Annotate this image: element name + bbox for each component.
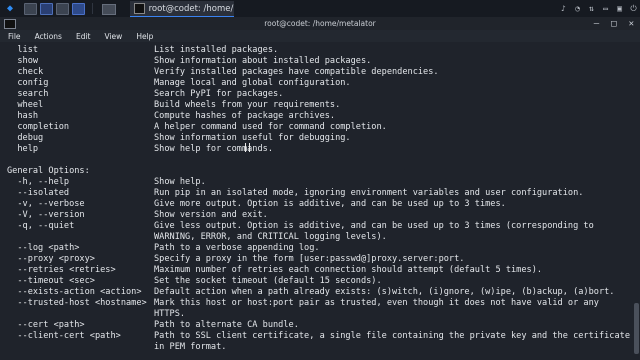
workspace-3-icon[interactable] (56, 3, 69, 15)
option-description: Mark this host or host:port pair as trus… (154, 298, 599, 308)
option-name: wheel (7, 100, 44, 110)
terminal-scrollbar[interactable] (632, 42, 640, 360)
option-name: -V, --version (7, 210, 85, 220)
lock-icon[interactable]: ▣ (615, 4, 624, 13)
option-name: debug (7, 133, 44, 143)
option-description: Compute hashes of package archives. (154, 111, 336, 121)
window-controls: – □ ✕ (594, 18, 634, 29)
option-description: A helper command used for command comple… (154, 122, 387, 132)
option-description: Build wheels from your requirements. (154, 100, 341, 110)
option-name: help (7, 144, 39, 154)
speaker-icon[interactable]: ♪ (559, 4, 568, 13)
option-name: --timeout <sec> (7, 276, 95, 286)
option-description: in PEM format. (154, 342, 227, 352)
kali-dragon-icon[interactable]: ◆ (3, 2, 17, 15)
option-description: Specify a proxy in the form [user:passwd… (154, 254, 465, 264)
option-name: --proxy <proxy> (7, 254, 95, 264)
option-description: Path to a verbose appending log. (154, 243, 320, 253)
option-description: Manage local and global configuration. (154, 78, 351, 88)
option-description: Run pip in an isolated mode, ignoring en… (154, 188, 584, 198)
option-description: Give less output. Option is additive, an… (154, 221, 594, 231)
system-taskbar: ◆ root@codet: /home/met... ♪ ◔ ⇅ ▭ ▣ ⏻ (0, 0, 640, 18)
option-description: Show help. (154, 177, 206, 187)
option-name: -q, --quiet (7, 221, 75, 231)
option-description: HTTPS. (154, 309, 186, 319)
option-description: Give more output. Option is additive, an… (154, 199, 506, 209)
option-name: --client-cert <path> (7, 331, 121, 341)
option-description: Default action when a path already exist… (154, 287, 615, 297)
option-description: Show information about installed package… (154, 56, 372, 66)
option-name: config (7, 78, 49, 88)
terminal-window: root@codet: /home/metalator – □ ✕ File A… (0, 17, 640, 360)
menu-file[interactable]: File (8, 32, 21, 41)
option-name: --exists-action <action> (7, 287, 142, 297)
menu-actions[interactable]: Actions (35, 32, 62, 41)
menu-edit[interactable]: Edit (76, 32, 91, 41)
option-name: --cert <path> (7, 320, 85, 330)
option-name: -v, --verbose (7, 199, 85, 209)
workspace-4-icon[interactable] (72, 3, 85, 15)
workspace-2-icon[interactable] (40, 3, 53, 15)
text-cursor-icon (245, 143, 250, 152)
window-titlebar[interactable]: root@codet: /home/metalator – □ ✕ (0, 17, 640, 30)
close-button[interactable]: ✕ (629, 19, 634, 29)
option-description: Verify installed packages have compatibl… (154, 67, 439, 77)
option-name: list (7, 45, 39, 55)
option-name: --isolated (7, 188, 70, 198)
menu-help[interactable]: Help (136, 32, 153, 41)
option-description: Maximum number of retries each connectio… (154, 265, 543, 275)
option-name: show (7, 56, 39, 66)
option-name: -h, --help (7, 177, 70, 187)
terminal-output[interactable]: list List installed packages. show Show in… (0, 42, 632, 360)
maximize-button[interactable]: □ (611, 19, 616, 29)
taskbar-divider (92, 3, 93, 14)
option-description: Show information useful for debugging. (154, 133, 351, 143)
option-description: Path to alternate CA bundle. (154, 320, 299, 330)
option-description: Show version and exit. (154, 210, 268, 220)
scrollbar-thumb[interactable] (634, 303, 639, 354)
option-description: Search PyPI for packages. (154, 89, 284, 99)
option-name: --log <path> (7, 243, 80, 253)
menu-bar: File Actions Edit View Help (0, 30, 640, 42)
task-title: root@codet: /home/met... (148, 3, 234, 14)
option-name: search (7, 89, 49, 99)
option-description: Path to SSL client certificate, a single… (154, 331, 630, 341)
option-name: --trusted-host <hostname> (7, 298, 147, 308)
option-description: List installed packages. (154, 45, 279, 55)
minimize-button[interactable]: – (594, 19, 599, 29)
workspace-1-icon[interactable] (24, 3, 37, 15)
option-description: Set the socket timeout (default 15 secon… (154, 276, 382, 286)
option-description: Show help for commands. (154, 144, 273, 154)
option-name: hash (7, 111, 39, 121)
bell-icon[interactable]: ◔ (573, 4, 582, 13)
network-icon[interactable]: ⇅ (587, 4, 596, 13)
section-heading: General Options: (7, 166, 90, 176)
window-title: root@codet: /home/metalator (264, 19, 376, 28)
terminal-icon (134, 3, 145, 14)
option-description: WARNING, ERROR, and CRITICAL logging lev… (154, 232, 387, 242)
battery-icon[interactable]: ▭ (601, 4, 610, 13)
show-desktop-icon[interactable] (102, 4, 116, 15)
option-name: completion (7, 122, 70, 132)
option-name: check (7, 67, 44, 77)
menu-view[interactable]: View (105, 32, 123, 41)
power-icon[interactable]: ⏻ (629, 4, 638, 13)
system-tray: ♪ ◔ ⇅ ▭ ▣ ⏻ (559, 1, 638, 16)
option-name: --retries <retries> (7, 265, 116, 275)
taskbar-terminal-task[interactable]: root@codet: /home/met... (130, 1, 234, 18)
